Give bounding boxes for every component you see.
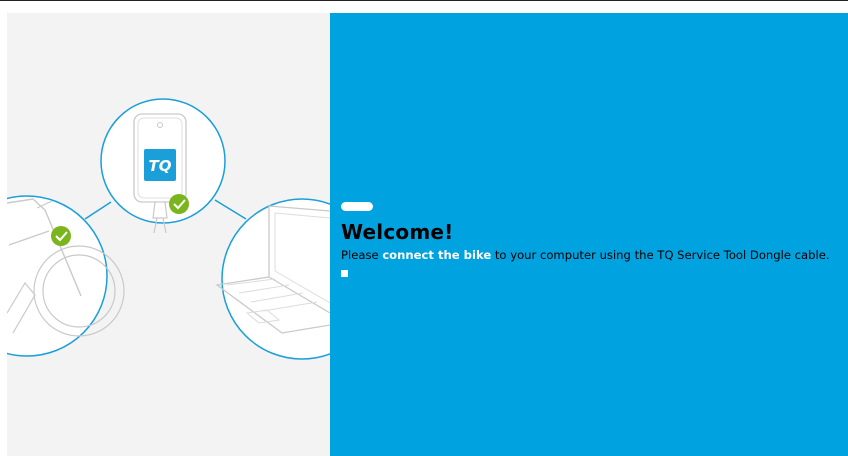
- illustration-panel: TQ: [7, 13, 330, 456]
- laptop-icon: [215, 198, 330, 360]
- bike-icon: [7, 195, 125, 357]
- dongle-icon: TQ: [100, 98, 226, 234]
- instruction-emphasis: connect the bike: [382, 248, 492, 262]
- tq-logo: TQ: [149, 157, 172, 175]
- checkmark-icon: [169, 194, 189, 214]
- progress-pill: [341, 202, 373, 211]
- welcome-panel: Welcome! Please connect the bike to your…: [330, 13, 848, 456]
- welcome-instructions: Please connect the bike to your computer…: [341, 248, 830, 262]
- instruction-text-after: to your computer using the TQ Service To…: [491, 248, 830, 262]
- instruction-text-before: Please: [341, 248, 383, 262]
- connection-illustration: TQ: [7, 98, 330, 360]
- connector-line: [84, 201, 112, 220]
- status-indicator: [341, 270, 348, 277]
- connector-line: [214, 199, 247, 220]
- window-top-bar: [0, 0, 848, 13]
- checkmark-icon: [51, 226, 71, 246]
- welcome-title: Welcome!: [341, 220, 454, 244]
